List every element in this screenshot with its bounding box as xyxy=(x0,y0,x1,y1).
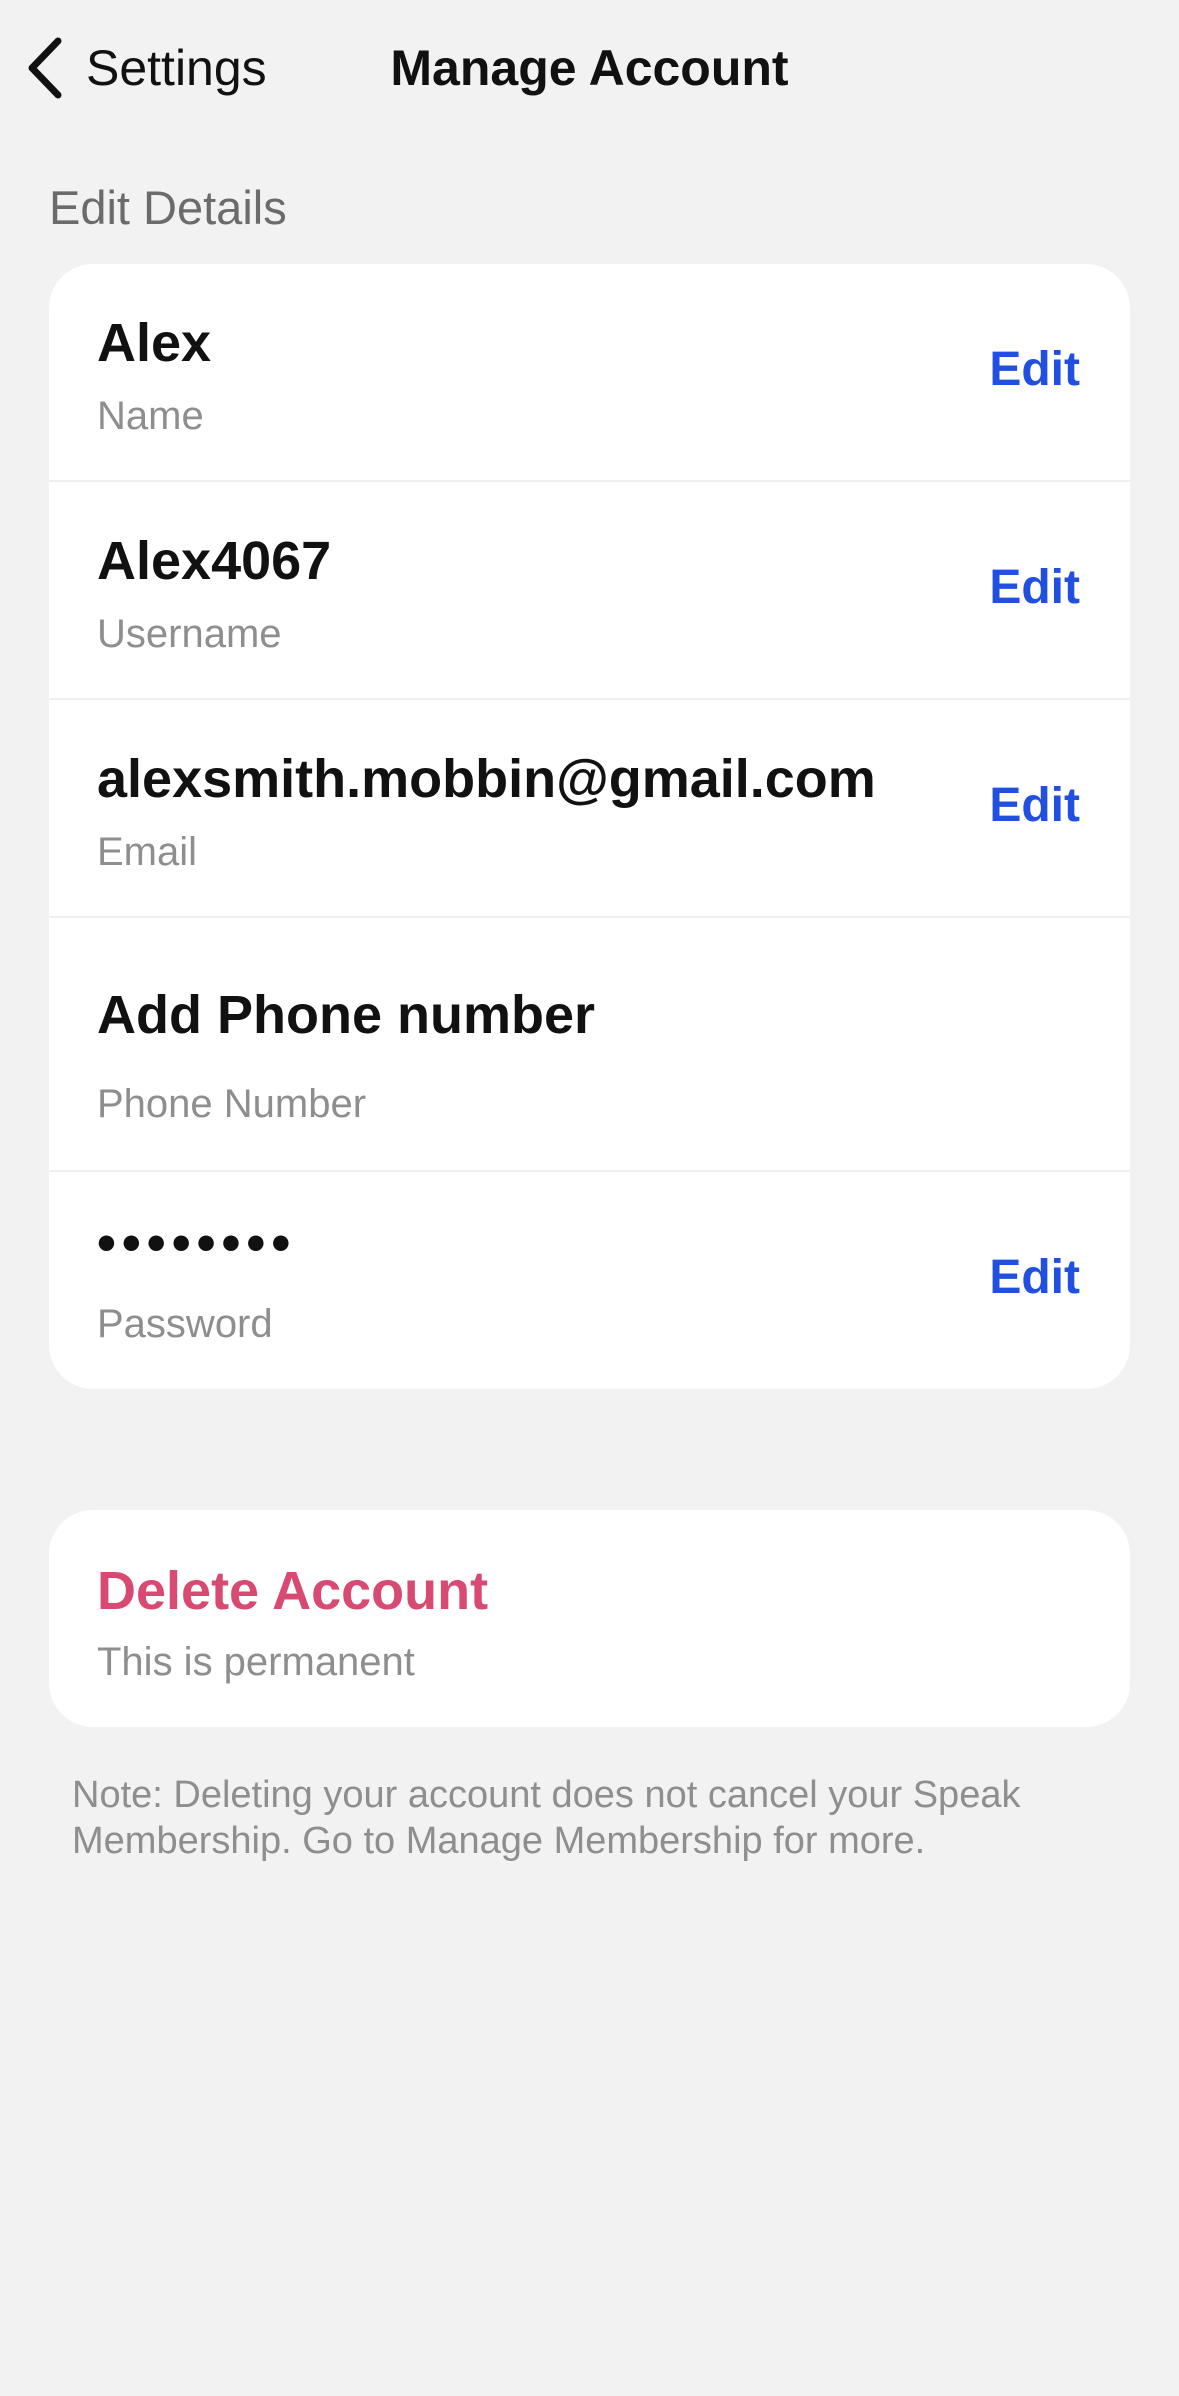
section-header: Edit Details xyxy=(49,181,287,234)
password-value: •••••••• xyxy=(97,1213,297,1273)
edit-password-button[interactable]: Edit xyxy=(989,1250,1080,1305)
navigation-bar: Settings Manage Account xyxy=(0,0,1179,135)
delete-account-subtitle: This is permanent xyxy=(97,1640,415,1684)
email-row: alexsmith.mobbin@gmail.com Email Edit xyxy=(49,700,1130,918)
edit-email-button[interactable]: Edit xyxy=(989,778,1080,833)
name-row: Alex Name Edit xyxy=(49,264,1130,482)
phone-label: Phone Number xyxy=(97,1082,367,1126)
add-phone-button[interactable]: Add Phone number xyxy=(97,984,595,1046)
email-label: Email xyxy=(97,830,198,874)
edit-name-button[interactable]: Edit xyxy=(989,342,1080,397)
delete-account-button[interactable]: Delete Account This is permanent xyxy=(49,1510,1130,1727)
phone-row[interactable]: Add Phone number Phone Number xyxy=(49,918,1130,1172)
username-row: Alex4067 Username Edit xyxy=(49,482,1130,700)
membership-note: Note: Deleting your account does not can… xyxy=(72,1774,1021,1862)
password-row: •••••••• Password Edit xyxy=(49,1172,1130,1389)
username-label: Username xyxy=(97,612,282,656)
page-title: Manage Account xyxy=(390,40,789,96)
email-value: alexsmith.mobbin@gmail.com xyxy=(97,749,876,809)
details-card: Alex Name Edit Alex4067 Username Edit al… xyxy=(49,264,1130,1389)
name-label: Name xyxy=(97,394,204,438)
password-label: Password xyxy=(97,1302,273,1346)
delete-account-title: Delete Account xyxy=(97,1561,489,1621)
name-value: Alex xyxy=(97,313,212,373)
edit-username-button[interactable]: Edit xyxy=(989,560,1080,615)
username-value: Alex4067 xyxy=(97,531,332,591)
